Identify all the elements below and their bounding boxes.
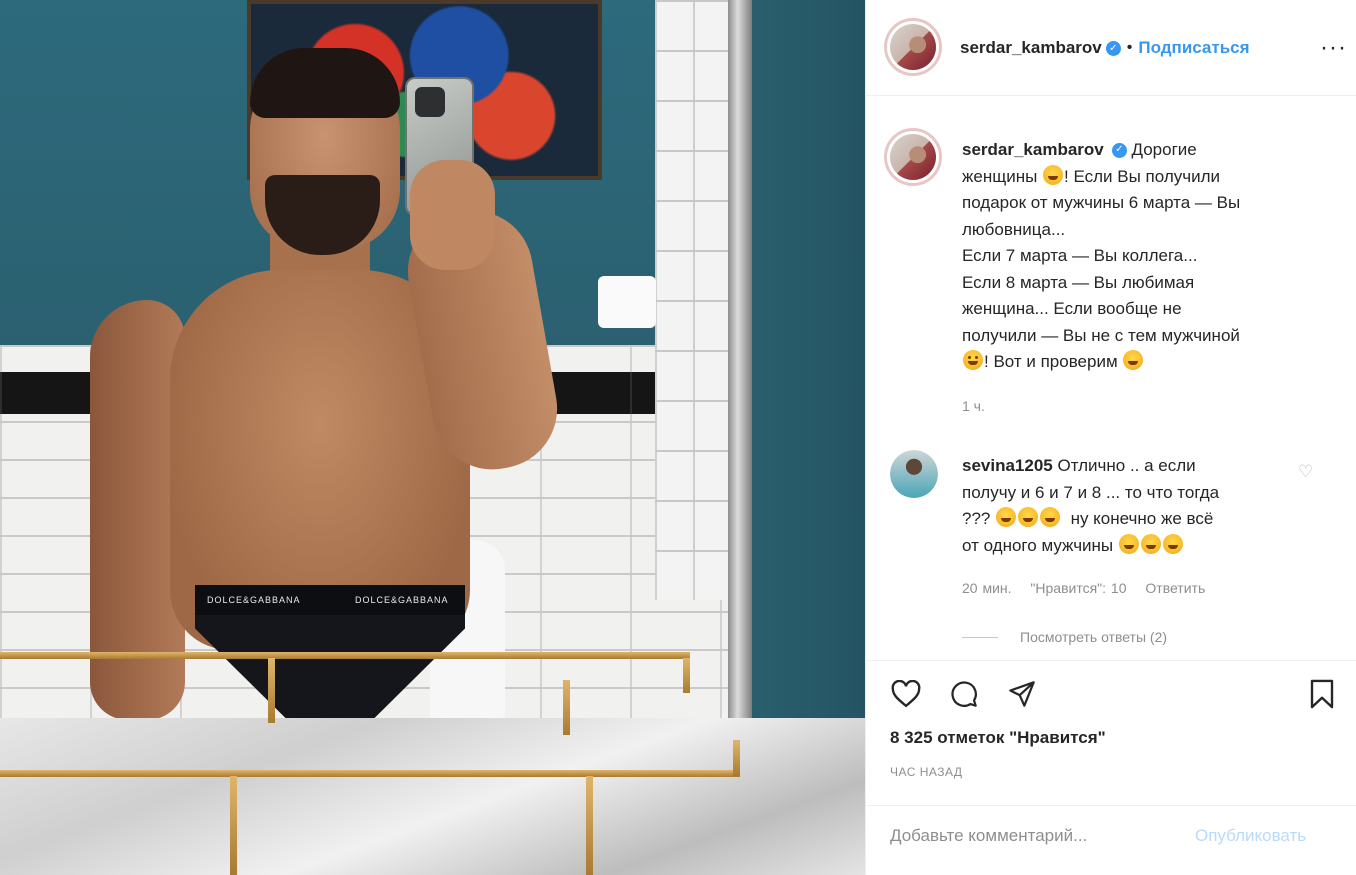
rail-post	[586, 776, 593, 875]
comment-meta: 20 мин. "Нравится": 10 Ответить	[962, 580, 1219, 596]
joy-emoji-icon	[996, 507, 1017, 527]
more-options-icon[interactable]: ···	[1320, 34, 1347, 62]
comment-like-heart-icon[interactable]: ♡	[1298, 462, 1313, 482]
hair	[250, 48, 400, 118]
heart-icon[interactable]	[886, 674, 926, 714]
author-avatar[interactable]	[884, 18, 942, 76]
replies-dash	[962, 636, 998, 638]
caption-text: любовница...	[962, 219, 1066, 239]
commenter-avatar[interactable]	[890, 450, 938, 498]
caption: serdar_kambarov ✓ Дорогие женщины ! Если …	[962, 137, 1322, 376]
caption-text: женщины	[962, 166, 1038, 186]
joy-emoji-icon	[1040, 507, 1061, 527]
divider	[866, 95, 1356, 96]
publish-button[interactable]: Опубликовать	[1195, 826, 1306, 846]
wink-emoji-icon	[963, 350, 983, 370]
grin-emoji-icon	[1123, 350, 1144, 370]
post-time[interactable]: ЧАС НАЗАД	[890, 765, 963, 779]
rofl-emoji-icon	[1140, 533, 1161, 554]
follow-button[interactable]: Подписаться	[1138, 38, 1249, 58]
comment-text: ???	[962, 509, 991, 528]
comment-text: Отлично .. а если	[1057, 456, 1196, 475]
likes-count[interactable]: 8 325 отметок "Нравится"	[890, 728, 1106, 748]
separator-dot: •	[1126, 39, 1133, 56]
post-sidebar: serdar_kambarov ✓ • Подписаться ··· serd…	[865, 0, 1356, 875]
caption-username[interactable]: serdar_kambarov	[962, 140, 1104, 159]
instagram-post: DOLCE&GABBANA DOLCE&GABBANA serdar_kamba…	[0, 0, 1356, 875]
comment-text: получу и 6 и 7 и 8 ... то что тогда	[962, 482, 1220, 502]
rail-post	[563, 680, 570, 735]
toilet-paper	[598, 276, 656, 328]
divider	[866, 805, 1356, 806]
person: DOLCE&GABBANA DOLCE&GABBANA	[90, 40, 567, 740]
comment-text: от одного мужчины	[962, 535, 1114, 555]
caption-text: женщина... Если вообще не	[962, 299, 1182, 318]
caption-avatar[interactable]	[884, 128, 942, 186]
verified-icon: ✓	[1111, 143, 1127, 159]
caption-text: ! Вот и проверим	[984, 352, 1118, 371]
post-photo[interactable]: DOLCE&GABBANA DOLCE&GABBANA	[0, 0, 865, 875]
divider	[866, 660, 1356, 661]
commenter-username[interactable]: sevina1205	[962, 456, 1053, 475]
reply-button[interactable]: Ответить	[1145, 580, 1205, 596]
side-tiles	[655, 0, 730, 600]
header-meta: serdar_kambarov ✓ • Подписаться	[960, 38, 1250, 58]
joy-emoji-icon	[1162, 533, 1183, 554]
brand-text-left: DOLCE&GABBANA	[207, 595, 301, 605]
bookmark-icon[interactable]	[1302, 674, 1342, 714]
caption-text: подарок от мужчины 6 марта — Вы	[962, 193, 1241, 212]
rail-post	[268, 658, 275, 723]
gold-rail-top	[0, 652, 690, 659]
caption-text: Если 8 марта — Вы любимая	[962, 272, 1195, 292]
comment-time[interactable]: 20 мин.	[962, 580, 1012, 596]
share-icon[interactable]	[1002, 674, 1042, 714]
comment-likes[interactable]: "Нравится": 10	[1030, 580, 1126, 596]
post-header: serdar_kambarov ✓ • Подписаться ···	[866, 0, 1356, 95]
waistband: DOLCE&GABBANA DOLCE&GABBANA	[195, 585, 465, 615]
joy-emoji-icon	[1118, 533, 1139, 554]
author-username[interactable]: serdar_kambarov	[960, 38, 1102, 58]
view-replies-label: Посмотреть ответы (2)	[1020, 629, 1168, 645]
caption-time[interactable]: 1 ч.	[962, 398, 985, 414]
rail-post	[683, 658, 690, 693]
comment-icon[interactable]	[944, 674, 984, 714]
caption-text: ! Если Вы получили	[1064, 166, 1221, 186]
hand	[410, 160, 495, 270]
comment-text: ну конечно же всё	[1070, 509, 1214, 528]
comment: sevina1205 Отлично .. а если получу и 6 …	[962, 453, 1302, 559]
caption-text: Дорогие	[1131, 140, 1197, 159]
brand-text-right: DOLCE&GABBANA	[355, 595, 449, 605]
caption-text: получили — Вы не с тем мужчиной	[962, 325, 1240, 345]
gold-rail-bottom	[0, 770, 740, 777]
view-replies[interactable]: Посмотреть ответы (2)	[962, 629, 1167, 645]
grin-emoji-icon	[1043, 164, 1064, 185]
camera-lens	[415, 87, 445, 117]
rofl-emoji-icon	[1018, 507, 1039, 527]
caption-text: Если 7 марта — Вы коллега...	[962, 246, 1198, 265]
rail-post	[733, 740, 740, 776]
verified-icon: ✓	[1105, 40, 1121, 56]
comment-input[interactable]	[890, 826, 1180, 846]
rail-post	[230, 776, 237, 875]
